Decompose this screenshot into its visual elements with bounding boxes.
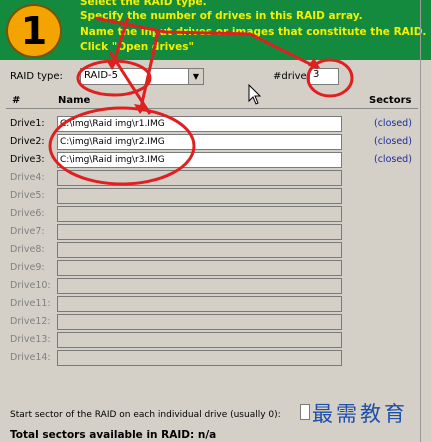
raid-type-value: RAID-5: [84, 70, 119, 81]
watermark-logo: 最需教育: [312, 402, 408, 426]
total-sectors-label: Total sectors available in RAID:: [10, 429, 195, 441]
drive-path-input[interactable]: C:\img\Raid img\r1.IMG: [57, 116, 342, 132]
start-sector-input[interactable]: [300, 404, 310, 420]
start-sector-label: Start sector of the RAID on each individ…: [10, 410, 281, 420]
drive-label: Drive9:: [10, 262, 45, 273]
instruction-drive-count: Specify the number of drives in this RAI…: [80, 10, 363, 22]
header-divider: [6, 108, 418, 109]
drive-sectors-status: (closed): [374, 154, 412, 165]
drive-path-input[interactable]: [57, 188, 342, 204]
drive-label: Drive5:: [10, 190, 45, 201]
drive-path-input[interactable]: [57, 314, 342, 330]
drive-label: Drive10:: [10, 280, 51, 291]
panel-border: [420, 0, 421, 442]
column-header-name: Name: [58, 95, 91, 106]
drive-label: Drive11:: [10, 298, 51, 309]
raid-type-select[interactable]: RAID-5 ▼: [80, 68, 204, 85]
column-header-sectors: Sectors: [369, 95, 412, 106]
drive-label: Drive2:: [10, 136, 45, 147]
drive-path-input[interactable]: [57, 206, 342, 222]
drive-path-input[interactable]: [57, 242, 342, 258]
instruction-open-drives: Click "Open drives": [80, 41, 194, 53]
drive-label: Drive3:: [10, 154, 45, 165]
total-sectors-value: n/a: [197, 429, 217, 441]
drive-label: Drive1:: [10, 118, 45, 129]
instruction-select-type: Select the RAID type.: [80, 0, 207, 8]
drive-path-input[interactable]: C:\img\Raid img\r3.IMG: [57, 152, 342, 168]
raid-type-label: RAID type:: [10, 71, 63, 82]
drive-label: Drive4:: [10, 172, 45, 183]
drive-label: Drive8:: [10, 244, 45, 255]
drive-path-input[interactable]: C:\img\Raid img\r2.IMG: [57, 134, 342, 150]
mouse-cursor-icon: [248, 84, 262, 105]
drive-sectors-status: (closed): [374, 118, 412, 129]
drive-path-input[interactable]: [57, 170, 342, 186]
chevron-down-icon[interactable]: ▼: [188, 69, 203, 84]
drive-label: Drive6:: [10, 208, 45, 219]
drive-path-input[interactable]: [57, 260, 342, 276]
drive-label: Drive14:: [10, 352, 51, 363]
drive-path-input[interactable]: [57, 350, 342, 366]
total-sectors-line: Total sectors available in RAID: n/a: [10, 429, 216, 441]
drive-label: Drive13:: [10, 334, 51, 345]
drive-path-input[interactable]: [57, 332, 342, 348]
drives-count-input[interactable]: 3: [309, 68, 339, 85]
drive-label: Drive7:: [10, 226, 45, 237]
drive-path-input[interactable]: [57, 296, 342, 312]
drive-path-input[interactable]: [57, 224, 342, 240]
instruction-name-drives: Name the input drives or images that con…: [80, 26, 427, 38]
drive-path-input[interactable]: [57, 278, 342, 294]
column-header-number: #: [12, 95, 21, 106]
drive-label: Drive12:: [10, 316, 51, 327]
drive-sectors-status: (closed): [374, 136, 412, 147]
step-number-badge: 1: [6, 4, 62, 58]
